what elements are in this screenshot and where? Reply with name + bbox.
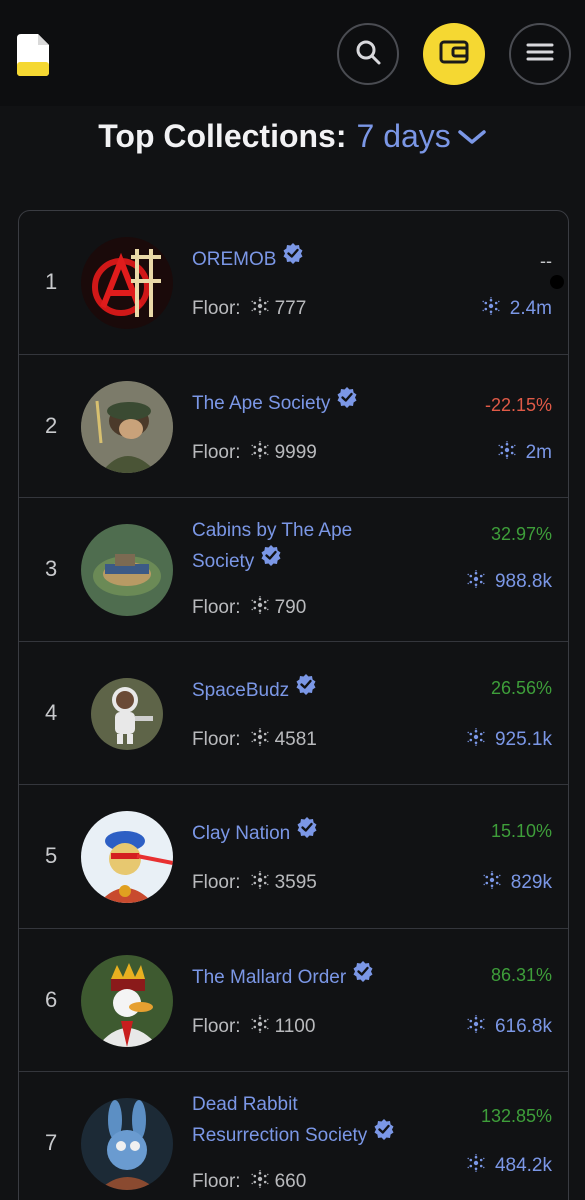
price-change: 132.85% (480, 1106, 552, 1126)
scroll-indicator (550, 275, 564, 289)
cardano-icon (467, 1154, 485, 1178)
rank: 3 (45, 556, 58, 582)
price-change: 32.97% (490, 524, 552, 544)
document-logo-icon[interactable] (14, 32, 52, 78)
price-change: 15.10% (490, 821, 552, 841)
floor-price: Floor: 790 (192, 596, 307, 620)
collection-avatar (81, 811, 173, 903)
collection-row[interactable]: 5 Clay Nation Floor: 3595 15.10% 829k (19, 785, 568, 929)
collection-avatar (91, 677, 163, 750)
cardano-icon (251, 871, 269, 895)
collection-avatar (81, 237, 173, 329)
volume: 829k (483, 871, 552, 895)
rank: 6 (45, 986, 58, 1012)
collection-row[interactable]: 7 Dead Rabbit Resurrection Society Floor:… (19, 1072, 568, 1200)
rank: 5 (45, 843, 58, 869)
chevron-down-icon[interactable] (457, 117, 487, 154)
cardano-icon (251, 596, 269, 620)
volume: 2m (498, 440, 552, 465)
cardano-icon (483, 871, 501, 895)
collection-row[interactable]: 4 SpaceBudz Floor: 4581 26.56% 925.1k (19, 642, 568, 785)
cardano-icon (467, 570, 485, 594)
cardano-icon (467, 727, 485, 752)
verified-badge-icon (260, 544, 282, 576)
price-change: -22.15% (484, 394, 552, 415)
menu-button[interactable] (509, 23, 571, 85)
collection-name[interactable]: Clay Nation (192, 816, 412, 850)
cardano-icon (251, 297, 269, 321)
volume: 988.8k (467, 570, 552, 594)
top-navigation-bar (0, 0, 585, 106)
verified-badge-icon (295, 673, 317, 705)
price-change: 86.31% (490, 964, 552, 985)
collection-row[interactable]: 6 The Mallard Order Floor: 1100 86.31% 61… (19, 929, 568, 1072)
floor-price: Floor: 777 (192, 297, 307, 321)
period-selector[interactable]: 7 days (357, 118, 451, 154)
collection-row[interactable]: 3 Cabins by The Ape Society Floor: 790 32.… (19, 498, 568, 642)
price-change: -- (540, 251, 552, 271)
section-title: Top Collections: (98, 118, 347, 154)
collection-row[interactable]: 1 OREMOB Floor: 777 -- 2.4m (19, 211, 568, 355)
wallet-button[interactable] (423, 23, 485, 85)
cardano-icon (467, 1014, 485, 1039)
verified-badge-icon (296, 816, 318, 848)
floor-price: Floor: 1100 (192, 1014, 316, 1039)
floor-price: Floor: 660 (192, 1170, 307, 1194)
collection-name[interactable]: Dead Rabbit Resurrection Society (192, 1090, 412, 1152)
volume: 2.4m (482, 297, 552, 321)
floor-price: Floor: 3595 (192, 871, 317, 895)
cardano-icon (498, 440, 516, 465)
hamburger-menu-icon (526, 41, 554, 68)
cardano-icon (482, 297, 500, 321)
collection-row[interactable]: 2 The Ape Society Floor: 9999 -22.15% 2m (19, 355, 568, 498)
floor-price: Floor: 9999 (192, 440, 317, 465)
collection-avatar (81, 1098, 173, 1190)
cardano-icon (251, 1014, 269, 1039)
section-header: Top Collections: 7 days (0, 118, 585, 157)
collection-name[interactable]: Cabins by The Ape Society (192, 516, 412, 578)
verified-badge-icon (282, 242, 304, 274)
collection-name[interactable]: SpaceBudz (192, 673, 412, 707)
wallet-icon (439, 39, 469, 70)
rank: 7 (45, 1130, 58, 1156)
volume: 925.1k (467, 727, 552, 752)
collection-avatar (81, 954, 173, 1047)
volume: 616.8k (467, 1014, 552, 1039)
collection-avatar (81, 524, 173, 616)
search-button[interactable] (337, 23, 399, 85)
cardano-icon (251, 727, 269, 752)
search-icon (354, 38, 382, 71)
rank: 4 (45, 699, 58, 725)
collection-name[interactable]: OREMOB (192, 242, 412, 276)
price-change: 26.56% (490, 677, 552, 698)
collection-name[interactable]: The Mallard Order (192, 960, 412, 994)
verified-badge-icon (352, 960, 374, 992)
rank: 1 (45, 269, 58, 295)
rank: 2 (45, 412, 58, 438)
verified-badge-icon (373, 1118, 395, 1150)
verified-badge-icon (336, 386, 358, 418)
cardano-icon (251, 440, 269, 465)
collections-list: 1 OREMOB Floor: 777 -- 2.4m 2 The Ape Soc… (18, 210, 569, 1200)
floor-price: Floor: 4581 (192, 727, 317, 752)
collection-name[interactable]: The Ape Society (192, 386, 412, 420)
cardano-icon (251, 1170, 269, 1194)
volume: 484.2k (467, 1154, 552, 1178)
collection-avatar (81, 380, 173, 473)
